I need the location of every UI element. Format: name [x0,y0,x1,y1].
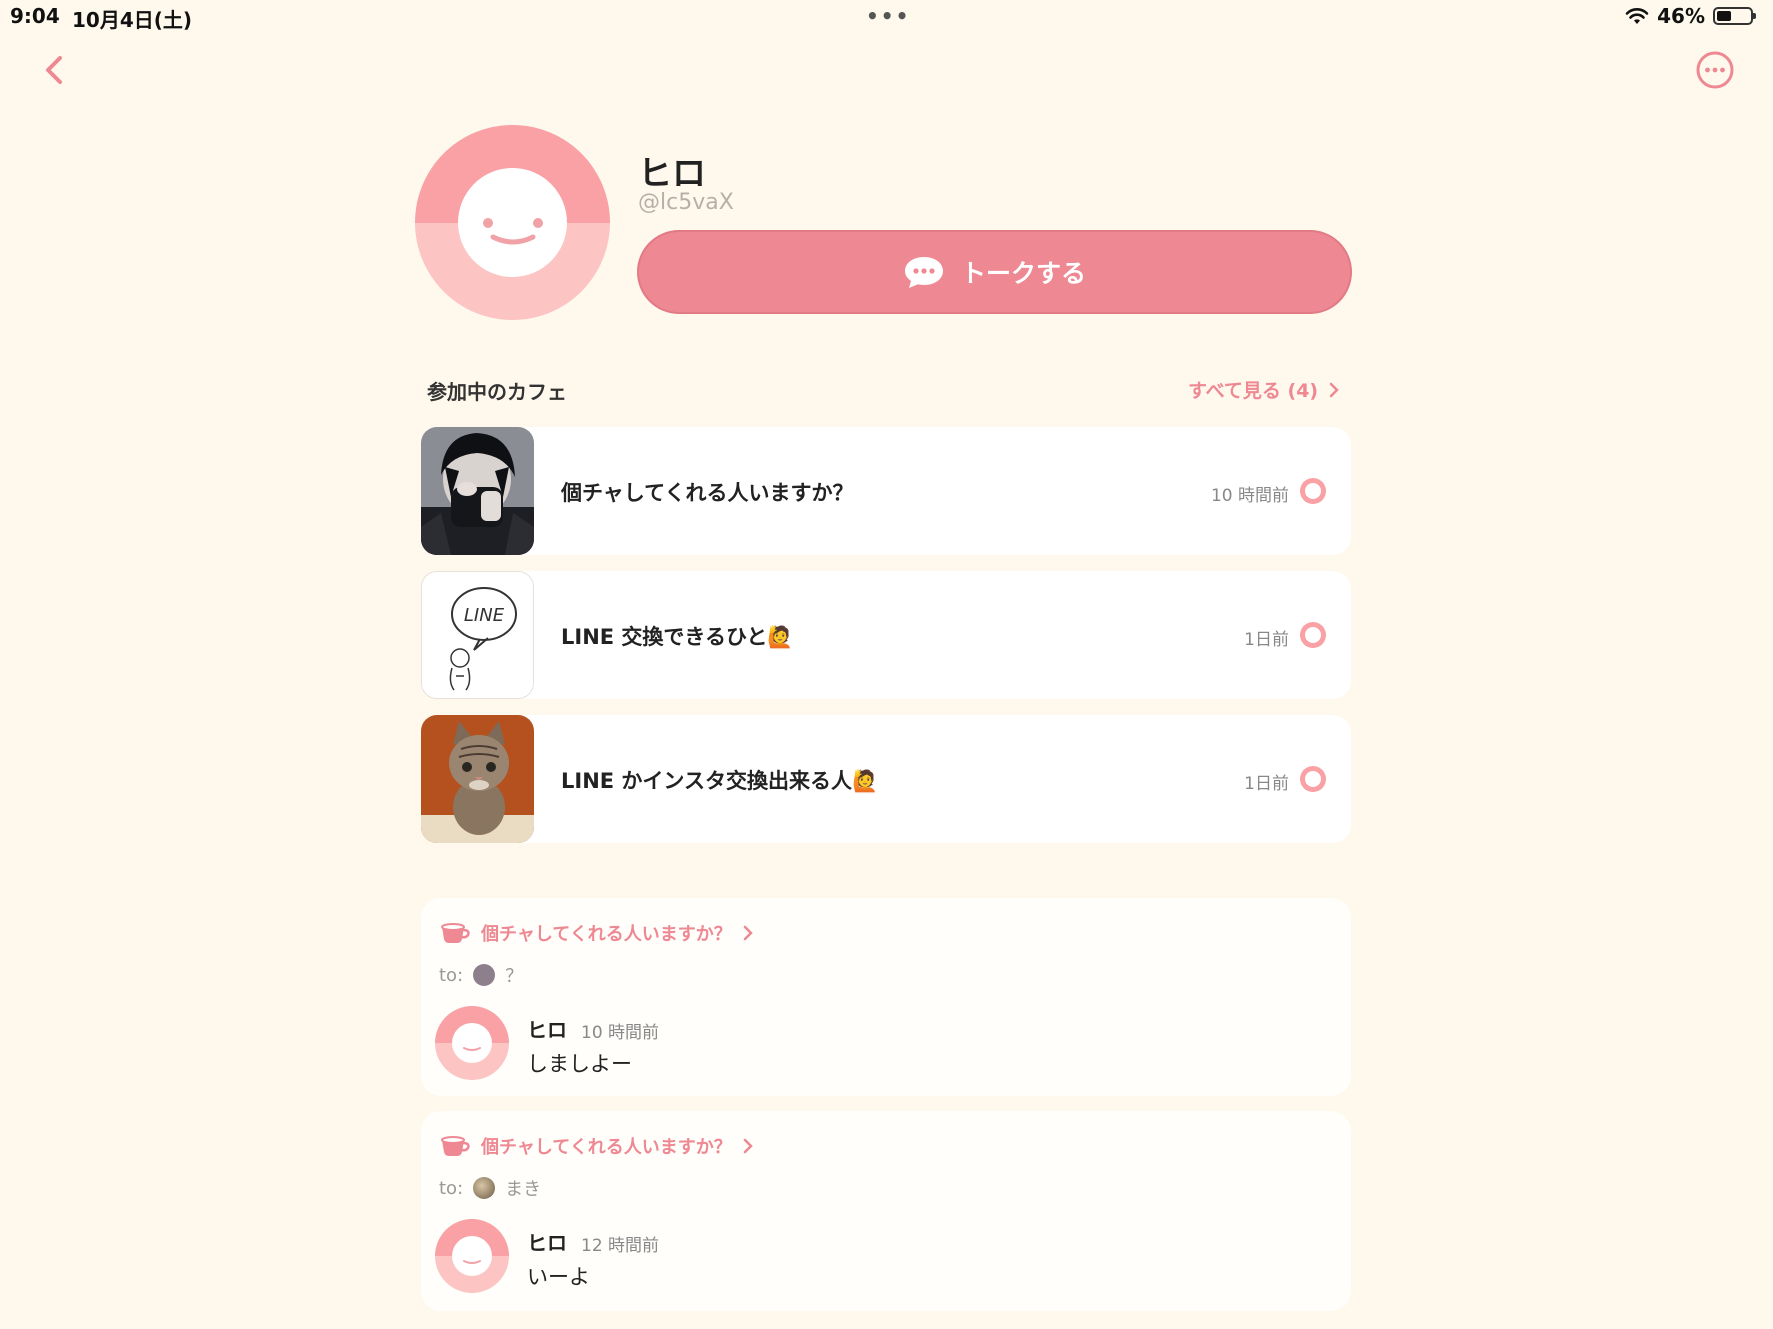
cup-icon [441,1136,470,1156]
recipient-name: ？ [505,966,524,987]
status-time: 9:04 [10,4,60,28]
profile-name: ヒロ [638,154,706,194]
talk-button-label: トークする [960,259,1086,288]
cafe-thumbnail [421,715,534,843]
member-avatar-icon [1300,478,1326,504]
smiley-face-icon [463,1260,481,1264]
post-author-name: ヒロ [527,1231,567,1255]
cafe-item[interactable]: LINE かインスタ交換出来る人🙋 1日前 [421,715,1351,843]
smiley-face-icon [463,1047,481,1051]
cafe-title: LINE かインスタ交換出来る人🙋 [561,769,879,793]
chat-bubble-icon [904,257,943,288]
post-recipient: to: ？ [439,962,523,988]
cafe-time: 1日前 [1244,774,1289,794]
cup-icon [441,923,470,943]
cafe-title: 個チャしてくれる人いますか？ [561,481,854,505]
recipient-name: まき [505,1179,542,1200]
wifi-icon [1625,8,1649,24]
profile-avatar[interactable] [415,125,610,320]
see-all-link[interactable]: すべて見る (4) [1188,376,1340,403]
post-author-avatar[interactable] [435,1219,509,1293]
cafes-section-title: 参加中のカフェ [427,380,567,404]
chevron-right-icon [743,925,753,941]
cafe-thumbnail: LINE [421,571,534,699]
post-cafe-title: 個チャしてくれる人いますか？ [481,924,732,945]
status-bar: 9:04 10月4日(土) ••• 46% [0,0,1773,32]
status-right: 46% [1625,4,1756,28]
to-label: to: [439,1177,464,1199]
cafe-item[interactable]: LINE LINE 交換できるひと🙋 1日前 [421,571,1351,699]
post-recipient: to: まき [439,1175,541,1201]
more-options-icon[interactable] [1695,50,1735,90]
recipient-avatar [473,964,496,986]
post-message: いーよ [527,1265,590,1289]
post-cafe-link[interactable]: 個チャしてくれる人いますか？ [439,1133,754,1159]
chevron-right-icon [743,1138,753,1154]
post-time: 10 時間前 [581,1023,660,1043]
chevron-right-icon [1329,382,1339,397]
member-avatar-icon [1300,766,1326,792]
post-cafe-link[interactable]: 個チャしてくれる人いますか？ [439,920,754,946]
to-label: to: [439,964,464,986]
talk-button[interactable]: トークする [637,230,1352,314]
post-message: しましよー [527,1052,632,1076]
post-author-name: ヒロ [527,1018,567,1042]
line-sketch-text: LINE [464,605,505,626]
battery-percent: 46% [1657,4,1705,28]
recipient-avatar [473,1177,496,1199]
profile-handle: @lc5vaX [638,190,734,215]
cafe-time: 10 時間前 [1210,486,1289,506]
cafe-list: 個チャしてくれる人いますか？ 10 時間前 LINE LINE 交換できるひと🙋… [421,427,1351,859]
post-time: 12 時間前 [581,1236,660,1256]
see-all-label: すべて見る (4) [1188,380,1319,402]
cafe-title: LINE 交換できるひと🙋 [561,625,794,649]
status-date: 10月4日(土) [72,8,193,32]
cafe-time: 1日前 [1244,630,1289,650]
post-author-avatar[interactable] [435,1006,509,1080]
battery-icon [1713,7,1756,25]
cafe-item[interactable]: 個チャしてくれる人いますか？ 10 時間前 [421,427,1351,555]
cafe-thumbnail [421,427,534,555]
smiley-face-icon [483,218,543,245]
member-avatar-icon [1300,622,1326,648]
multitask-dots[interactable]: ••• [866,4,910,28]
back-chevron-icon[interactable] [38,50,70,90]
post-card[interactable]: 個チャしてくれる人いますか？ to: ？ ヒロ 10 時間前 しましよー [421,898,1351,1096]
post-card[interactable]: 個チャしてくれる人いますか？ to: まき ヒロ 12 時間前 いーよ [421,1111,1351,1311]
post-cafe-title: 個チャしてくれる人いますか？ [481,1137,732,1158]
